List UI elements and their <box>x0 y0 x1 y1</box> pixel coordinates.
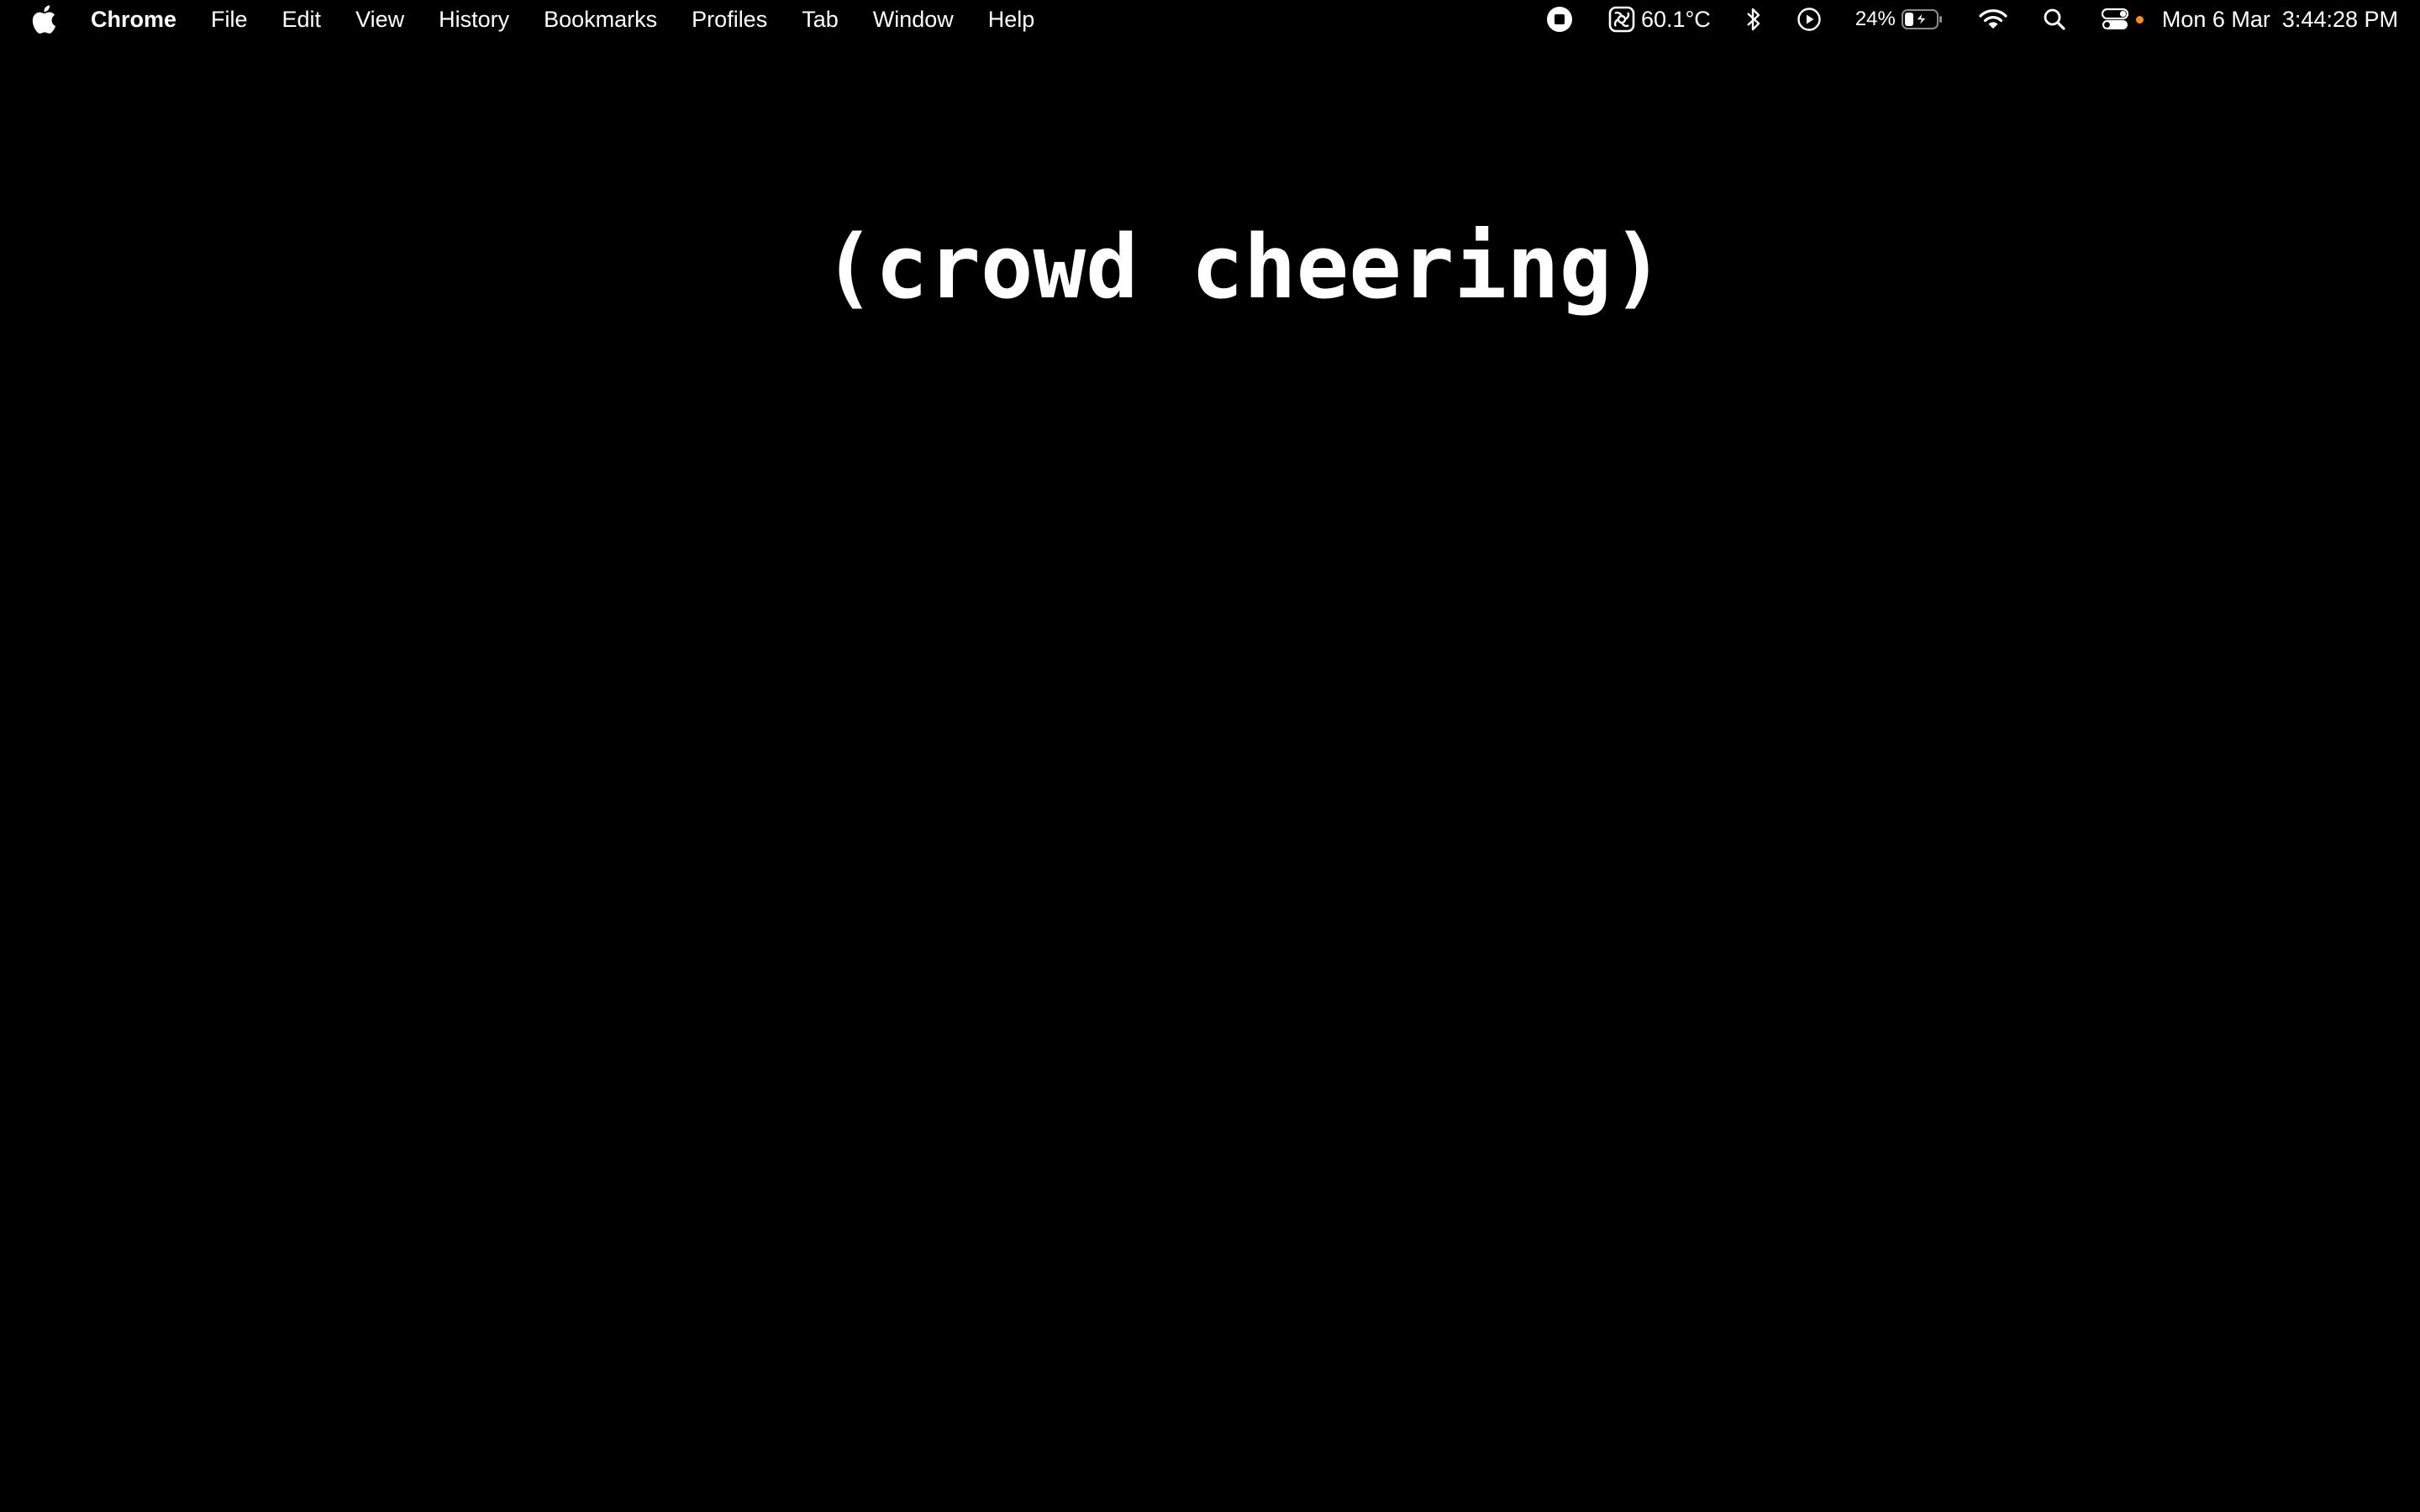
menu-history[interactable]: History <box>439 0 509 39</box>
clock[interactable]: Mon 6 Mar 3:44:28 PM <box>2162 0 2398 39</box>
wifi-icon[interactable] <box>1978 8 2008 31</box>
menu-tab[interactable]: Tab <box>802 0 839 39</box>
menu-profiles[interactable]: Profiles <box>692 0 767 39</box>
apple-logo-icon[interactable] <box>30 3 57 35</box>
menu-file[interactable]: File <box>211 0 248 39</box>
menu-bar-left: Chrome File Edit View History Bookmarks … <box>30 0 1069 39</box>
bluetooth-icon[interactable] <box>1744 5 1763 34</box>
cpu-temperature[interactable]: 60.1°C <box>1607 0 1711 39</box>
menu-help[interactable]: Help <box>988 0 1035 39</box>
menu-window[interactable]: Window <box>873 0 954 39</box>
spotlight-search-icon[interactable] <box>2042 7 2067 32</box>
menu-edit[interactable]: Edit <box>282 0 322 39</box>
control-center-icon <box>2101 7 2129 32</box>
battery-status[interactable]: 24% <box>1855 0 1944 39</box>
time-label: 3:44:28 PM <box>2281 7 2398 32</box>
menu-view[interactable]: View <box>355 0 404 39</box>
menu-bar-status: 60.1°C 24% Mon 6 Mar 3:44:28 PM <box>1545 0 2398 39</box>
cpu-chip-icon <box>1607 5 1636 34</box>
indicator-dot <box>2135 15 2144 24</box>
menu-bookmarks[interactable]: Bookmarks <box>544 0 657 39</box>
battery-charging-icon <box>1901 8 1944 30</box>
stop-recording-icon[interactable] <box>1545 5 1574 34</box>
play-circle-icon[interactable] <box>1797 7 1822 32</box>
temperature-value: 60.1°C <box>1640 7 1711 32</box>
battery-percent: 24% <box>1854 8 1896 30</box>
menu-bar: Chrome File Edit View History Bookmarks … <box>0 0 2420 39</box>
date-label: Mon 6 Mar <box>2161 7 2270 32</box>
control-center[interactable] <box>2101 7 2144 32</box>
menu-chrome[interactable]: Chrome <box>91 0 176 39</box>
subtitle-caption: (crowd cheering) <box>823 216 1665 318</box>
